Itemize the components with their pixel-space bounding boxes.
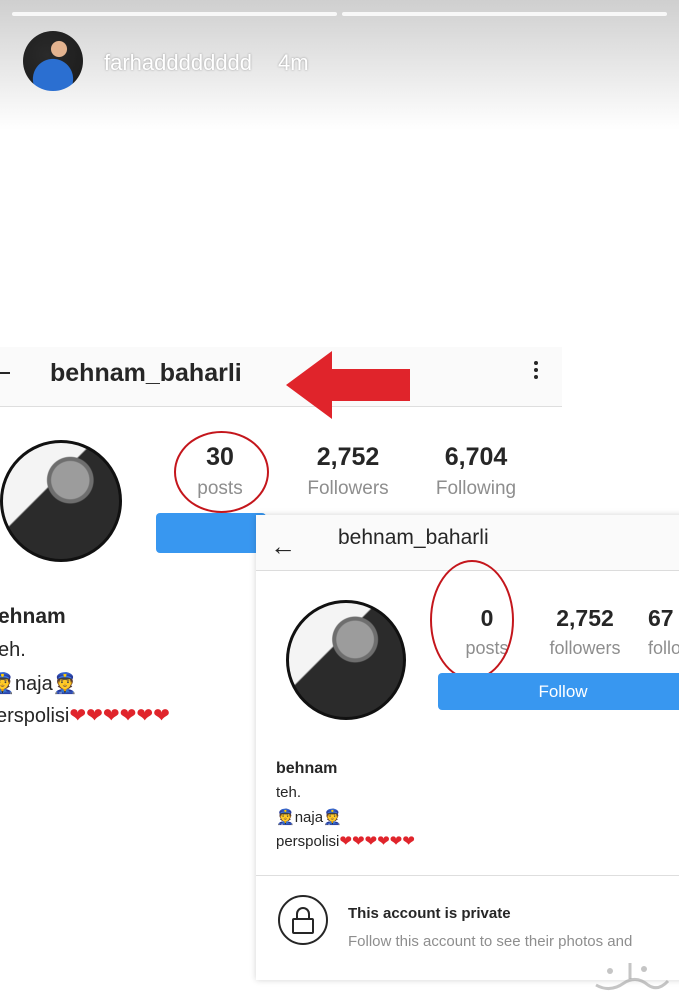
story-progress-bar [12,12,337,16]
following-label: Following [435,478,517,499]
back-arrow-icon[interactable] [0,372,10,374]
profile-header-bar: behnam_baharli [0,347,562,419]
police-emoji-icon: 👮 [0,673,15,695]
more-options-icon[interactable] [534,361,540,382]
following-count: 67 [648,605,674,631]
heart-icon: ❤❤❤❤❤❤ [69,705,170,727]
bio-line-text: naja [294,809,324,826]
bio-line-text: erspolisi [0,705,70,727]
bio-line-text: naja [14,673,53,695]
following-stat[interactable]: 67 follo [648,605,679,659]
police-emoji-icon: 👮 [52,673,78,695]
watermark-logo [590,955,672,995]
bio-name: ehnam [0,605,66,628]
story-header: farhadddddddd 4m [0,0,679,130]
story-avatar[interactable] [23,31,83,91]
bio-line: teh. [276,784,302,801]
profile-screenshot-after: ← behnam_baharli 0 posts 2,752 followers… [256,515,679,980]
bio-line: 👮naja👮 [276,808,342,826]
bio-line: perspolisi❤❤❤❤❤❤ [276,832,415,850]
story-timestamp: 4m [278,50,309,75]
highlight-circle [430,560,514,680]
profile-username: behnam_baharli [50,359,242,387]
police-emoji-icon: 👮 [323,809,342,826]
highlight-circle [174,431,269,513]
follow-button[interactable]: Follow [438,673,679,710]
bio-line-text: perspolisi [276,833,340,850]
followers-stat[interactable]: 2,752 Followers [300,443,396,500]
followers-label: Followers [307,478,389,499]
profile-picture [286,600,406,720]
red-arrow-icon [286,351,412,424]
profile-picture [0,440,122,562]
followers-label: followers [549,638,621,658]
private-account-subtitle: Follow this account to see their photos … [348,933,633,950]
police-emoji-icon: 👮 [276,809,295,826]
following-stat[interactable]: 6,704 Following [428,443,524,500]
heart-icon: ❤❤❤❤❤❤ [339,833,415,850]
story-progress-bar [342,12,667,16]
divider [256,875,679,876]
followers-stat[interactable]: 2,752 followers [540,605,630,659]
bio-name: behnam [276,760,338,777]
profile-username: behnam_baharli [338,526,489,549]
bio-line: erspolisi❤❤❤❤❤❤ [0,703,170,728]
lock-icon [278,895,328,945]
follow-button[interactable] [156,513,266,553]
story-username[interactable]: farhadddddddd [104,50,252,76]
followers-count: 2,752 [556,605,614,631]
bio-line: 👮naja👮 [0,671,78,696]
following-label: follo [648,638,679,658]
followers-count: 2,752 [316,443,380,471]
back-arrow-icon[interactable]: ← [270,531,296,562]
bio-line: eh. [0,639,26,661]
following-count: 6,704 [444,443,508,471]
private-account-title: This account is private [348,905,511,922]
